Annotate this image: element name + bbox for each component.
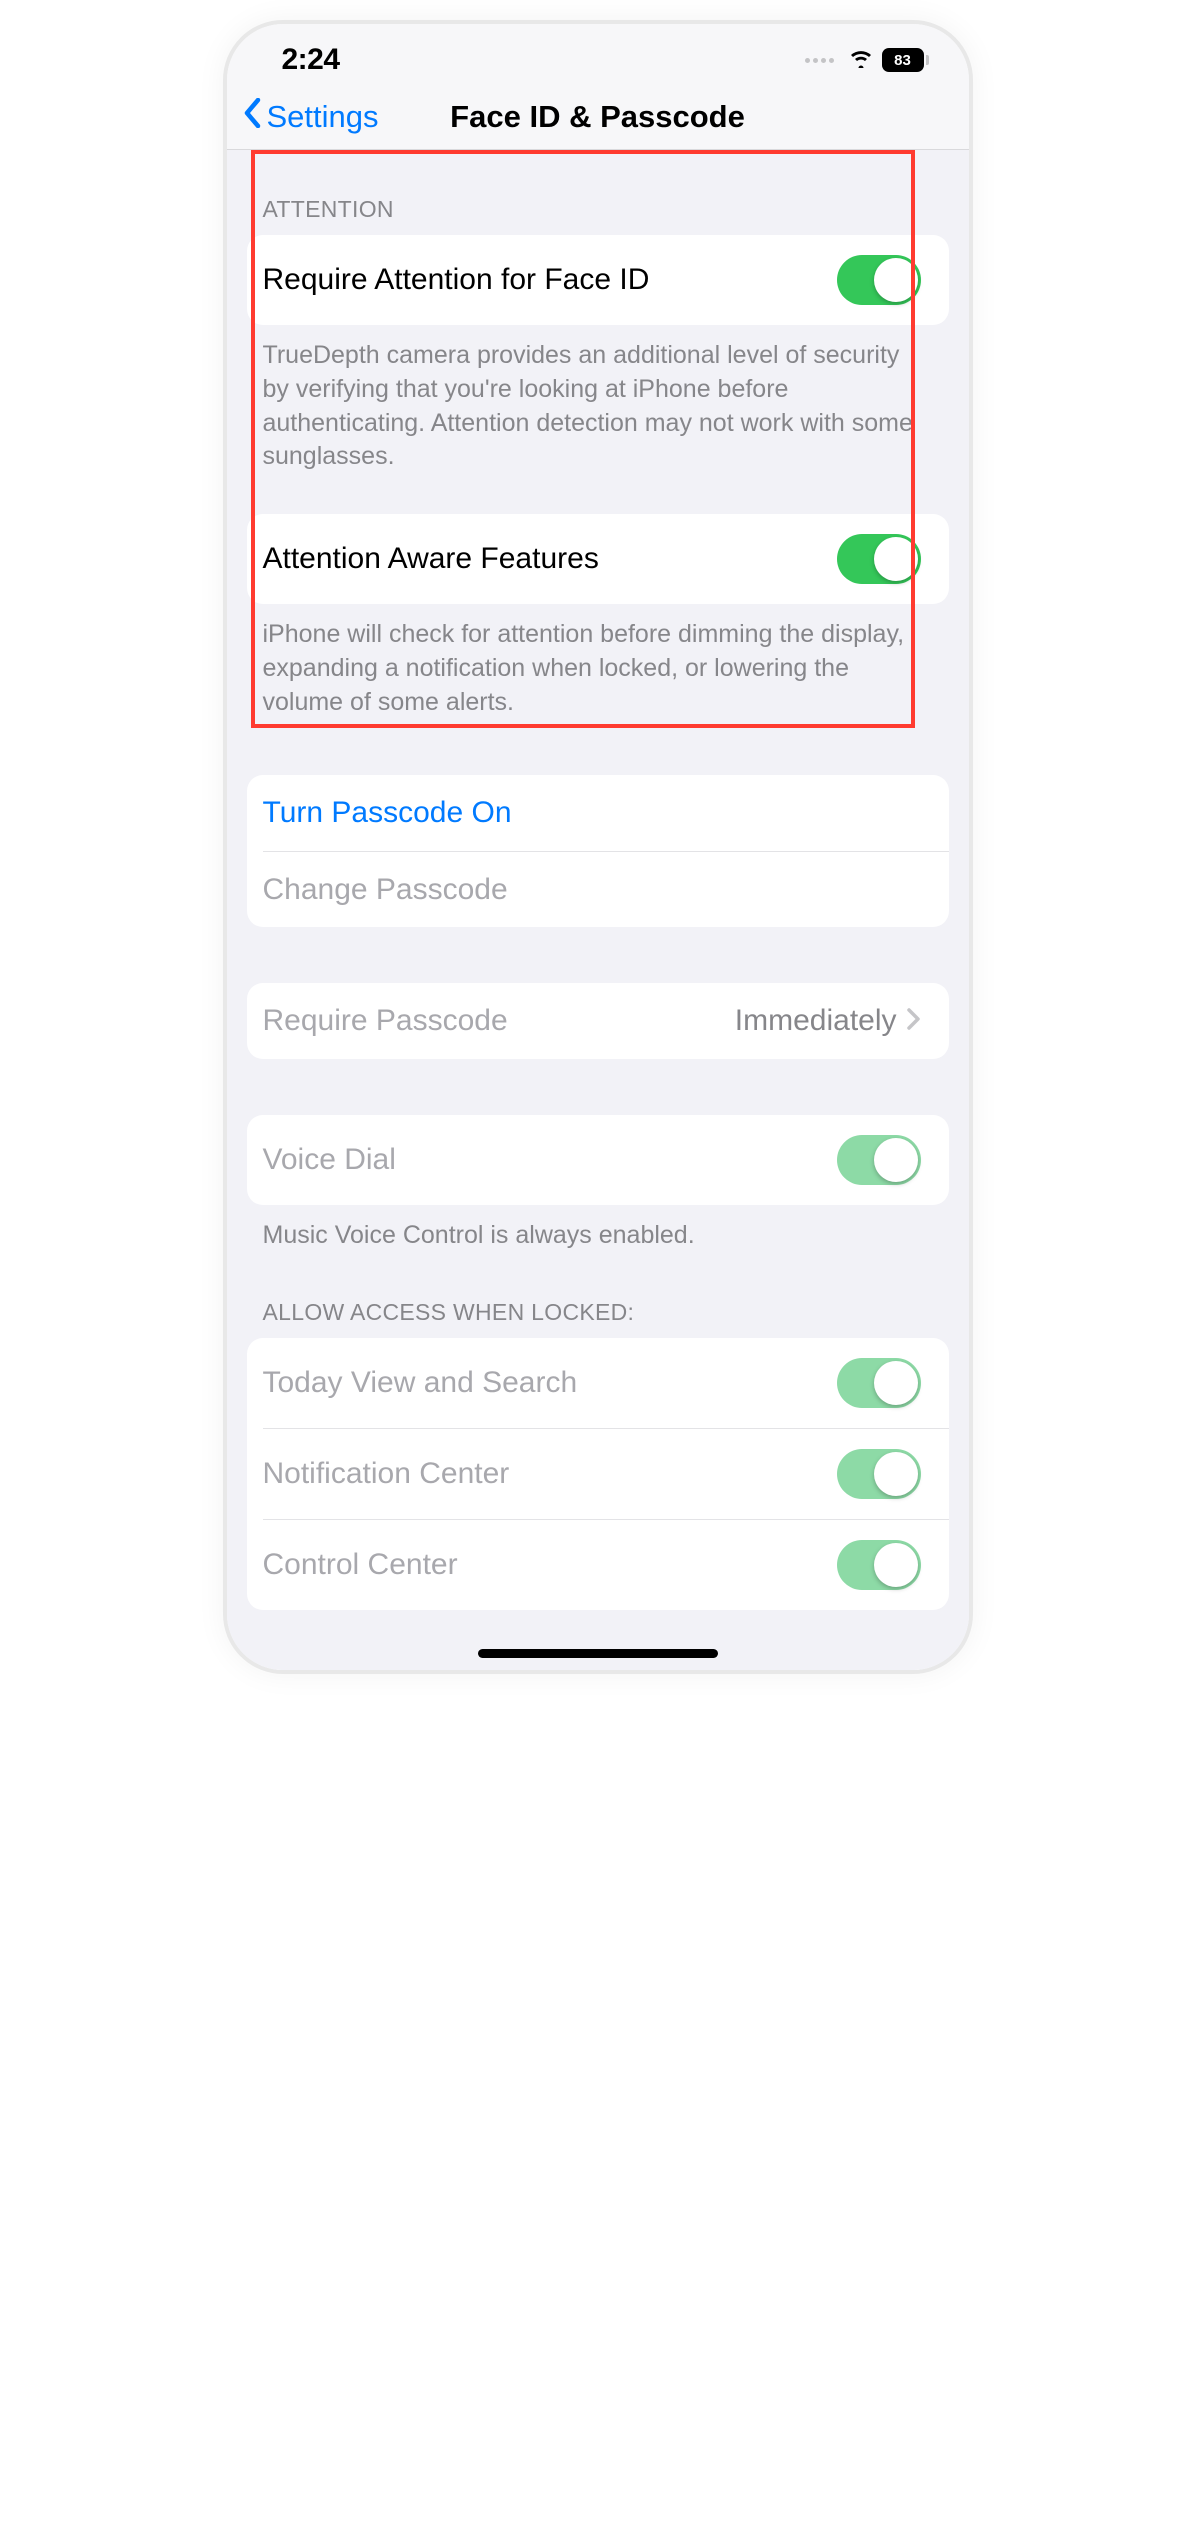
- voice-dial-label: Voice Dial: [263, 1143, 396, 1177]
- row-notification-center[interactable]: Notification Center: [263, 1428, 949, 1519]
- row-voice-dial[interactable]: Voice Dial: [247, 1115, 949, 1205]
- group-require-passcode: Require Passcode Immediately: [247, 983, 949, 1059]
- require-passcode-value: Immediately: [735, 1004, 897, 1038]
- back-label: Settings: [267, 99, 379, 135]
- status-dots: [805, 58, 834, 63]
- voice-dial-footer: Music Voice Control is always enabled.: [227, 1205, 969, 1253]
- group-passcode: Turn Passcode On Change Passcode: [247, 775, 949, 927]
- notification-center-label: Notification Center: [263, 1457, 510, 1491]
- attention-aware-label: Attention Aware Features: [263, 542, 599, 576]
- battery-icon: 83: [882, 48, 929, 72]
- battery-level: 83: [882, 48, 924, 72]
- row-today-view[interactable]: Today View and Search: [247, 1338, 949, 1428]
- notification-center-toggle[interactable]: [837, 1449, 921, 1499]
- control-center-label: Control Center: [263, 1548, 458, 1582]
- nav-title: Face ID & Passcode: [450, 99, 745, 135]
- row-attention-aware[interactable]: Attention Aware Features: [247, 514, 949, 604]
- voice-dial-toggle[interactable]: [837, 1135, 921, 1185]
- status-time: 2:24: [282, 43, 340, 77]
- today-view-label: Today View and Search: [263, 1366, 578, 1400]
- screen: 2:24 83 Settings: [227, 24, 969, 1670]
- nav-bar: Settings Face ID & Passcode: [227, 88, 969, 150]
- attention-aware-toggle[interactable]: [837, 534, 921, 584]
- turn-passcode-on-label: Turn Passcode On: [263, 796, 512, 830]
- device-frame: 2:24 83 Settings: [223, 20, 973, 1674]
- chevron-left-icon: [243, 98, 263, 136]
- require-attention-label: Require Attention for Face ID: [263, 263, 650, 297]
- control-center-toggle[interactable]: [837, 1540, 921, 1590]
- status-bar: 2:24 83: [227, 24, 969, 88]
- back-button[interactable]: Settings: [243, 98, 379, 136]
- row-require-passcode[interactable]: Require Passcode Immediately: [247, 983, 949, 1059]
- change-passcode-label: Change Passcode: [263, 873, 508, 907]
- group-voice-dial: Voice Dial: [247, 1115, 949, 1205]
- require-attention-toggle[interactable]: [837, 255, 921, 305]
- row-require-attention[interactable]: Require Attention for Face ID: [247, 235, 949, 325]
- require-passcode-label: Require Passcode: [263, 1004, 508, 1038]
- row-turn-passcode-on[interactable]: Turn Passcode On: [247, 775, 949, 851]
- home-indicator[interactable]: [478, 1649, 718, 1658]
- settings-content: ATTENTION Require Attention for Face ID …: [227, 150, 969, 1670]
- row-control-center[interactable]: Control Center: [263, 1519, 949, 1610]
- group-require-attention: Require Attention for Face ID: [247, 235, 949, 325]
- chevron-right-icon: [907, 1004, 921, 1038]
- group-allow-access: Today View and Search Notification Cente…: [247, 1338, 949, 1610]
- require-passcode-value-wrap: Immediately: [735, 1004, 921, 1038]
- row-change-passcode: Change Passcode: [263, 851, 949, 927]
- group-attention-aware: Attention Aware Features: [247, 514, 949, 604]
- section-header-attention: ATTENTION: [227, 150, 969, 235]
- status-icons: 83: [805, 48, 929, 73]
- section-header-allow-access: ALLOW ACCESS WHEN LOCKED:: [227, 1253, 969, 1338]
- attention-aware-footer: iPhone will check for attention before d…: [227, 604, 969, 719]
- require-attention-footer: TrueDepth camera provides an additional …: [227, 325, 969, 474]
- wifi-icon: [848, 48, 874, 73]
- today-view-toggle[interactable]: [837, 1358, 921, 1408]
